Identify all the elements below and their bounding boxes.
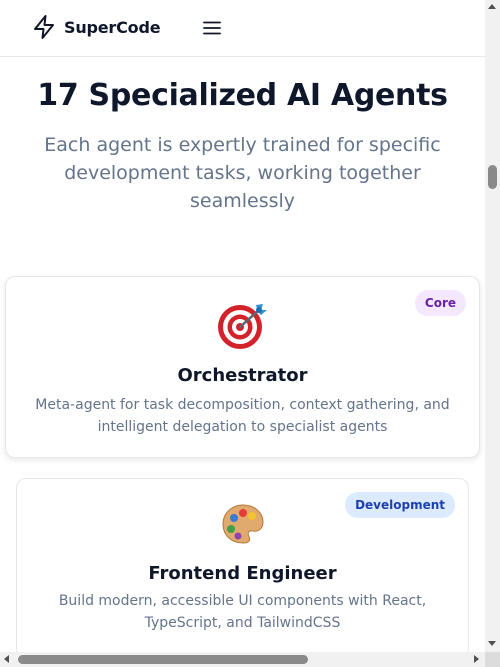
section-title: 17 Specialized AI Agents bbox=[37, 78, 448, 113]
hamburger-menu-icon bbox=[203, 21, 221, 35]
page-viewport: SuperCode 17 Specialized AI Agents Each … bbox=[0, 0, 485, 652]
vertical-scroll-thumb[interactable] bbox=[488, 165, 497, 189]
site-header: SuperCode bbox=[0, 0, 485, 57]
scroll-left-arrow-icon[interactable] bbox=[4, 655, 9, 663]
scrollbar-corner bbox=[485, 652, 500, 667]
agent-name: Orchestrator bbox=[177, 365, 308, 386]
section-subtitle: Each agent is expertly trained for speci… bbox=[44, 134, 441, 212]
logo[interactable]: SuperCode bbox=[32, 14, 161, 40]
agent-card-orchestrator[interactable]: Core Orchestrator Meta-agent for task de… bbox=[5, 276, 480, 458]
scroll-down-arrow-icon[interactable] bbox=[488, 641, 496, 646]
agent-card-frontend-engineer[interactable]: Development Frontend Engineer Build mode… bbox=[16, 478, 469, 652]
scroll-right-arrow-icon[interactable] bbox=[474, 655, 479, 663]
agent-description: Meta-agent for task decomposition, conte… bbox=[35, 397, 450, 435]
agent-name: Frontend Engineer bbox=[148, 563, 337, 584]
artist-palette-icon bbox=[17, 503, 468, 545]
horizontal-scroll-thumb[interactable] bbox=[18, 655, 308, 664]
vertical-scrollbar[interactable] bbox=[485, 0, 500, 652]
logo-text: SuperCode bbox=[64, 17, 161, 37]
scroll-up-arrow-icon[interactable] bbox=[488, 4, 496, 9]
horizontal-scrollbar[interactable] bbox=[0, 652, 485, 667]
agent-description: Build modern, accessible UI components w… bbox=[58, 593, 427, 631]
menu-button[interactable] bbox=[200, 16, 224, 40]
lightning-bolt-icon bbox=[34, 15, 54, 39]
direct-hit-target-icon bbox=[6, 302, 479, 350]
